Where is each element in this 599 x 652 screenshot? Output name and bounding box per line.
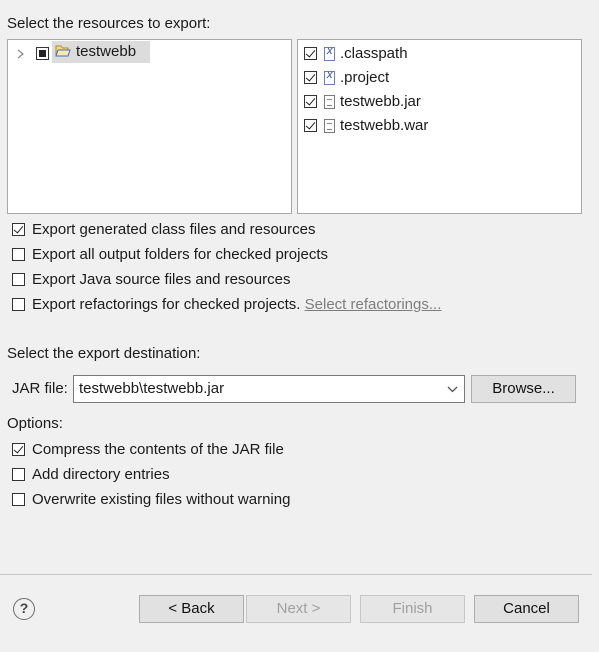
file-list-panel[interactable]: .classpath .project testwebb.jar testweb… <box>297 39 582 214</box>
compress-label: Compress the contents of the JAR file <box>32 441 284 458</box>
export-java-source-checkbox[interactable] <box>12 273 25 286</box>
finish-button[interactable]: Finish <box>360 595 465 623</box>
file-checkbox[interactable] <box>304 119 317 132</box>
project-label: testwebb <box>76 43 137 60</box>
select-refactorings-link[interactable]: Select refactorings... <box>305 296 442 313</box>
jar-file-value[interactable]: testwebb\testwebb.jar <box>79 380 224 397</box>
project-tree-panel[interactable]: testwebb <box>7 39 292 214</box>
text-file-icon <box>324 119 335 133</box>
compress-option[interactable]: Compress the contents of the JAR file <box>12 439 412 461</box>
xml-file-icon <box>324 69 335 85</box>
file-item-classpath[interactable]: .classpath <box>304 43 574 65</box>
browse-button[interactable]: Browse... <box>471 375 576 403</box>
export-refactorings-checkbox[interactable] <box>12 298 25 311</box>
file-label: testwebb.jar <box>340 93 421 110</box>
compress-checkbox[interactable] <box>12 443 25 456</box>
footer-divider <box>0 574 592 575</box>
project-tree-item[interactable]: testwebb <box>52 41 150 63</box>
export-refactorings-label: Export refactorings for checked projects… <box>32 296 441 313</box>
file-item-project[interactable]: .project <box>304 67 574 89</box>
file-checkbox[interactable] <box>304 71 317 84</box>
export-java-source-label: Export Java source files and resources <box>32 271 291 288</box>
directory-entries-label: Add directory entries <box>32 466 170 483</box>
next-button[interactable]: Next > <box>246 595 351 623</box>
file-item-war[interactable]: testwebb.war <box>304 115 574 137</box>
file-checkbox[interactable] <box>304 47 317 60</box>
xml-file-icon <box>324 45 335 61</box>
file-label: .classpath <box>340 45 408 62</box>
options-label: Options: <box>7 415 63 432</box>
overwrite-option[interactable]: Overwrite existing files without warning <box>12 489 412 511</box>
help-icon[interactable]: ? <box>13 598 35 620</box>
text-file-icon <box>324 95 335 109</box>
cancel-button[interactable]: Cancel <box>474 595 579 623</box>
export-refactorings-text: Export refactorings for checked projects… <box>32 296 301 313</box>
directory-entries-option[interactable]: Add directory entries <box>12 464 412 486</box>
chevron-down-icon[interactable] <box>447 386 458 393</box>
export-output-folders-option[interactable]: Export all output folders for checked pr… <box>12 244 412 266</box>
jar-file-label: JAR file: <box>12 380 68 397</box>
directory-entries-checkbox[interactable] <box>12 468 25 481</box>
export-output-folders-label: Export all output folders for checked pr… <box>32 246 328 263</box>
file-label: .project <box>340 69 390 86</box>
back-button[interactable]: < Back <box>139 595 244 623</box>
file-item-jar[interactable]: testwebb.jar <box>304 91 574 113</box>
resources-label: Select the resources to export: <box>7 15 211 32</box>
file-label: testwebb.war <box>340 117 429 134</box>
export-java-source-option[interactable]: Export Java source files and resources <box>12 269 412 291</box>
export-class-files-checkbox[interactable] <box>12 223 25 236</box>
export-class-files-option[interactable]: Export generated class files and resourc… <box>12 219 412 241</box>
open-folder-icon <box>55 45 71 57</box>
jar-file-combobox[interactable]: testwebb\testwebb.jar <box>73 375 465 403</box>
export-output-folders-checkbox[interactable] <box>12 248 25 261</box>
chevron-right-icon[interactable] <box>17 49 25 59</box>
destination-label: Select the export destination: <box>7 345 201 362</box>
export-refactorings-option[interactable]: Export refactorings for checked projects… <box>12 294 492 316</box>
overwrite-checkbox[interactable] <box>12 493 25 506</box>
file-checkbox[interactable] <box>304 95 317 108</box>
project-checkbox[interactable] <box>36 47 49 60</box>
overwrite-label: Overwrite existing files without warning <box>32 491 291 508</box>
export-class-files-label: Export generated class files and resourc… <box>32 221 316 238</box>
